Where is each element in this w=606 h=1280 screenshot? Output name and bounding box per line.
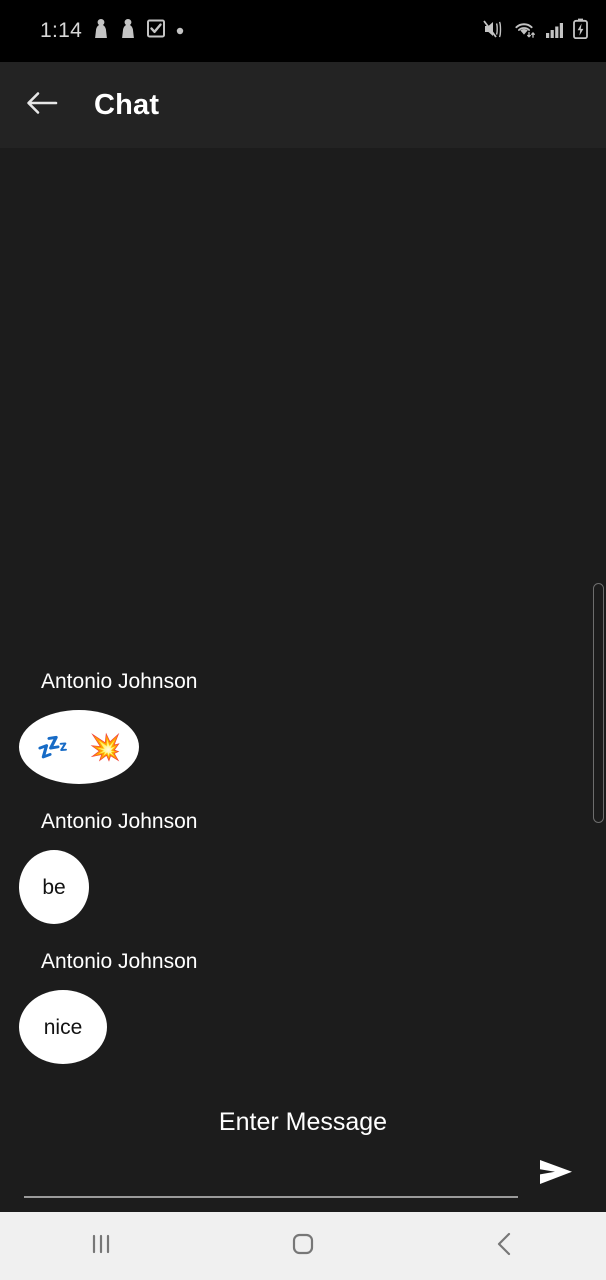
send-button[interactable] <box>526 1146 586 1202</box>
status-bar-left: 1:14 <box>0 18 184 45</box>
header-back-button[interactable] <box>10 73 74 137</box>
nav-recents-button[interactable] <box>0 1212 202 1280</box>
message-input-area: Enter Message <box>0 1098 606 1212</box>
nav-back-button[interactable] <box>404 1212 606 1280</box>
battery-charging-icon <box>573 18 588 44</box>
vertical-scrollbar[interactable] <box>593 583 604 823</box>
sleeping-zzz-emoji: 💤 <box>36 732 69 762</box>
message-item: Antonio Johnson be <box>0 810 606 924</box>
message-sender-name: Antonio Johnson <box>41 670 198 693</box>
message-sender-name: Antonio Johnson <box>41 950 198 973</box>
message-input-label: Enter Message <box>218 1108 388 1136</box>
status-bar-clock: 1:14 <box>40 19 83 42</box>
message-bubble[interactable]: nice <box>19 990 107 1064</box>
chat-message-list[interactable]: Antonio Johnson 💤 💥 Antonio Johnson be A… <box>0 148 606 1098</box>
mute-vibrate-icon <box>483 19 505 44</box>
notification-pawn-icon <box>93 18 109 45</box>
message-input[interactable] <box>24 1158 518 1198</box>
message-item: Antonio Johnson nice <box>0 950 606 1064</box>
wifi-icon <box>513 19 537 44</box>
home-icon <box>289 1230 317 1263</box>
message-sender-name: Antonio Johnson <box>41 810 198 833</box>
status-bar-right <box>483 0 588 62</box>
message-item: Antonio Johnson 💤 💥 <box>0 670 606 784</box>
checkbox-icon <box>147 19 166 43</box>
recents-icon <box>88 1231 114 1262</box>
nav-home-button[interactable] <box>202 1212 404 1280</box>
messages-container: Antonio Johnson 💤 💥 Antonio Johnson be A… <box>0 670 606 1090</box>
app-header: Chat <box>0 62 606 148</box>
page-title: Chat <box>94 88 160 121</box>
collision-boom-emoji: 💥 <box>89 732 122 762</box>
send-paper-plane-icon <box>536 1155 576 1194</box>
status-bar: 1:14 <box>0 0 606 62</box>
system-navigation-bar <box>0 1212 606 1280</box>
arrow-left-icon <box>26 90 58 121</box>
phone-screen: 1:14 Chat Antonio Johnson 💤 💥 Antonio Jo… <box>0 0 606 1280</box>
notification-pawn-icon <box>120 18 136 45</box>
signal-bars-icon <box>545 19 565 44</box>
message-bubble[interactable]: be <box>19 850 89 924</box>
dot-icon <box>176 22 184 40</box>
chevron-left-icon <box>492 1230 518 1263</box>
message-bubble[interactable]: 💤 💥 <box>19 710 139 784</box>
